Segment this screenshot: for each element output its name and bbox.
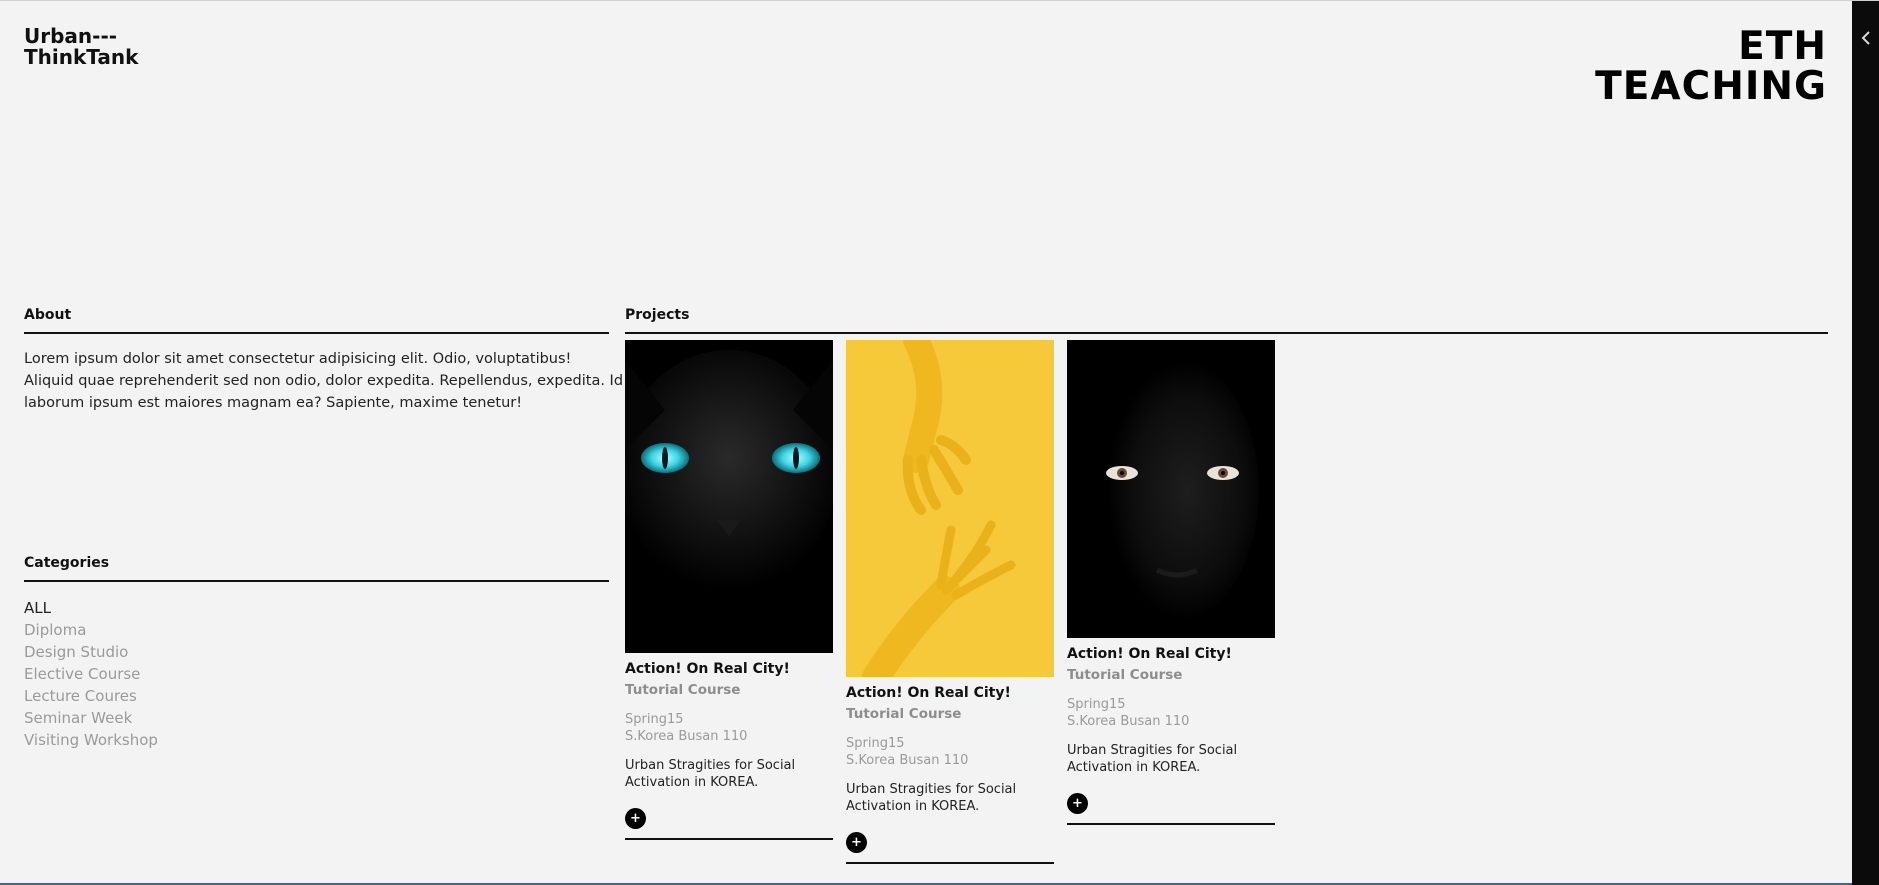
project-title[interactable]: Action! On Real City! <box>846 684 1054 702</box>
project-title[interactable]: Action! On Real City! <box>625 660 833 678</box>
project-description: Urban Stragities for Social Activation i… <box>846 782 1017 814</box>
about-text: Lorem ipsum dolor sit amet consectetur a… <box>24 351 624 411</box>
category-design-studio[interactable]: Design Studio <box>24 641 158 663</box>
hero-title-line-1: ETH <box>1738 24 1827 69</box>
project-meta: Spring15 S.Korea Busan 110 <box>846 735 1054 769</box>
categories-list: ALL Diploma Design Studio Elective Cours… <box>24 597 158 751</box>
project-term: Spring15 <box>625 712 684 727</box>
yellow-hands-image <box>846 340 1054 677</box>
project-location: S.Korea Busan 110 <box>625 729 748 744</box>
project-meta: Spring15 S.Korea Busan 110 <box>625 711 833 745</box>
project-location: S.Korea Busan 110 <box>1067 714 1190 729</box>
project-description: Urban Stragities for Social Activation i… <box>625 758 796 790</box>
project-title[interactable]: Action! On Real City! <box>1067 645 1275 663</box>
hero-title: ETH TEACHING <box>1427 27 1827 107</box>
projects-heading: Projects <box>625 306 1828 334</box>
project-subtitle: Tutorial Course <box>1067 667 1183 683</box>
brand-line-2: ThinkTank <box>24 45 139 69</box>
project-more-button[interactable]: + <box>1067 793 1088 814</box>
brand-logo[interactable]: Urban--- ThinkTank <box>24 26 138 68</box>
project-card: Action! On Real City! Tutorial Course Sp… <box>1067 340 1275 825</box>
project-description: Urban Stragities for Social Activation i… <box>1067 743 1238 775</box>
category-visiting-workshop[interactable]: Visiting Workshop <box>24 729 158 751</box>
brand-line-1: Urban--- <box>24 24 118 48</box>
project-card: Action! On Real City! Tutorial Course Sp… <box>846 340 1054 864</box>
hero-title-line-2: TEACHING <box>1595 64 1827 109</box>
about-heading: About <box>24 306 609 334</box>
panel-toggle-button[interactable] <box>1852 23 1879 53</box>
chevron-left-icon <box>1861 31 1870 45</box>
project-term: Spring15 <box>1067 697 1126 712</box>
project-image-dark-portrait[interactable] <box>1067 340 1275 638</box>
project-image-black-cat[interactable] <box>625 340 833 653</box>
categories-heading: Categories <box>24 554 609 582</box>
dark-portrait-image <box>1067 340 1275 638</box>
card-divider <box>846 862 1054 864</box>
project-term: Spring15 <box>846 736 905 751</box>
project-more-button[interactable]: + <box>846 832 867 853</box>
page: Urban--- ThinkTank ETH TEACHING About Lo… <box>0 0 1879 885</box>
card-divider <box>625 838 833 840</box>
project-location: S.Korea Busan 110 <box>846 753 969 768</box>
black-cat-image <box>625 340 833 653</box>
side-panel-rail <box>1852 1 1879 885</box>
project-more-button[interactable]: + <box>625 808 646 829</box>
project-card: Action! On Real City! Tutorial Course Sp… <box>625 340 833 840</box>
project-subtitle: Tutorial Course <box>846 706 962 722</box>
project-subtitle: Tutorial Course <box>625 682 741 698</box>
project-meta: Spring15 S.Korea Busan 110 <box>1067 696 1275 730</box>
category-seminar-week[interactable]: Seminar Week <box>24 707 158 729</box>
category-elective-course[interactable]: Elective Course <box>24 663 158 685</box>
card-divider <box>1067 823 1275 825</box>
project-image-yellow-hands[interactable] <box>846 340 1054 677</box>
category-diploma[interactable]: Diploma <box>24 619 158 641</box>
category-all[interactable]: ALL <box>24 597 158 619</box>
category-lecture-coures[interactable]: Lecture Coures <box>24 685 158 707</box>
